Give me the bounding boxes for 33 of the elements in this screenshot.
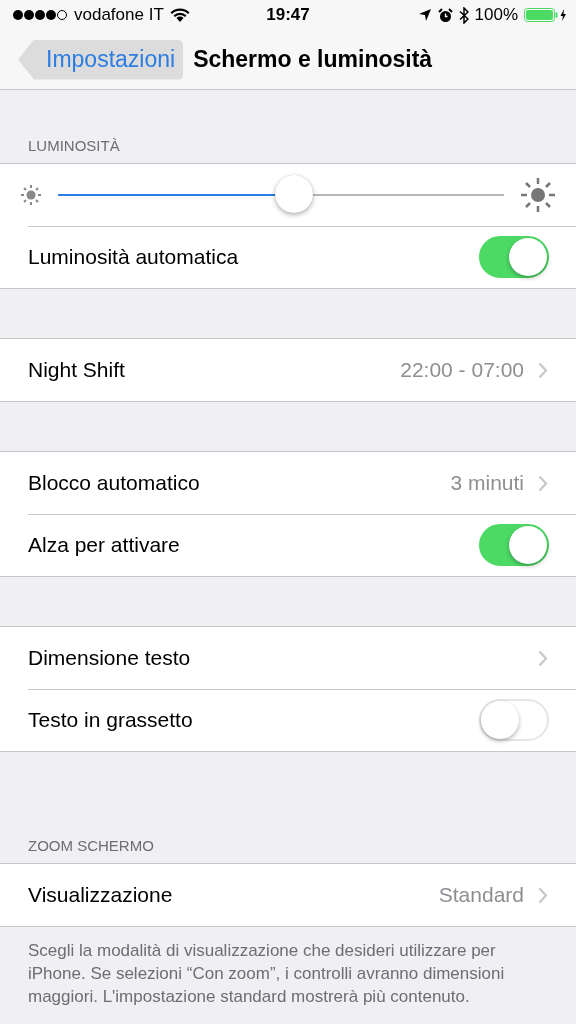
setting-value: 3 minuti: [450, 471, 524, 495]
carrier-name: vodafone IT: [74, 5, 164, 25]
clock-time: 19:47: [266, 5, 310, 25]
setting-label: Visualizzazione: [28, 883, 174, 907]
chevron-icon: [538, 649, 548, 667]
bluetooth-icon: [458, 6, 469, 24]
chevron-icon: [538, 886, 548, 904]
section-footer: Scegli la modalità di visualizzazione che desideri utilizzare per iPhone. Se selezioni “Con zoom”, i controlli avranno dimensioni maggiori. L'impostazione standard mostrerà più contenuto.: [0, 927, 576, 1008]
setting-label: Alza per attivare: [28, 533, 181, 557]
chevron-icon: [538, 361, 548, 379]
setting-label: Testo in grassetto: [28, 708, 194, 732]
slider-thumb[interactable]: [275, 175, 314, 213]
setting-label: Night Shift: [28, 358, 126, 382]
setting-label: Luminosità automatica: [28, 245, 240, 269]
battery-percentage: 100%: [474, 5, 518, 25]
large-sun-icon: [520, 177, 556, 213]
battery-charging-icon: [524, 7, 568, 23]
section-header: ZOOM SCHERMO: [27, 836, 155, 856]
toggle-switch[interactable]: [479, 524, 549, 566]
section-header: LUMINOSITÀ: [27, 136, 121, 156]
back-button[interactable]: Impostazioni: [18, 39, 184, 80]
alarm-icon: [437, 7, 453, 23]
chevron-icon: [538, 474, 548, 492]
location-icon: [417, 8, 432, 22]
signal-icon: [12, 9, 68, 21]
setting-label: Blocco automatico: [28, 471, 201, 495]
toggle-switch[interactable]: [479, 236, 549, 278]
wifi-icon: [169, 7, 190, 23]
page-title: Schermo e luminosità: [193, 46, 433, 73]
setting-value: Standard: [438, 883, 524, 907]
setting-value: 22:00 - 07:00: [400, 358, 524, 382]
setting-label: Dimensione testo: [28, 646, 192, 670]
small-sun-icon: [20, 184, 42, 206]
